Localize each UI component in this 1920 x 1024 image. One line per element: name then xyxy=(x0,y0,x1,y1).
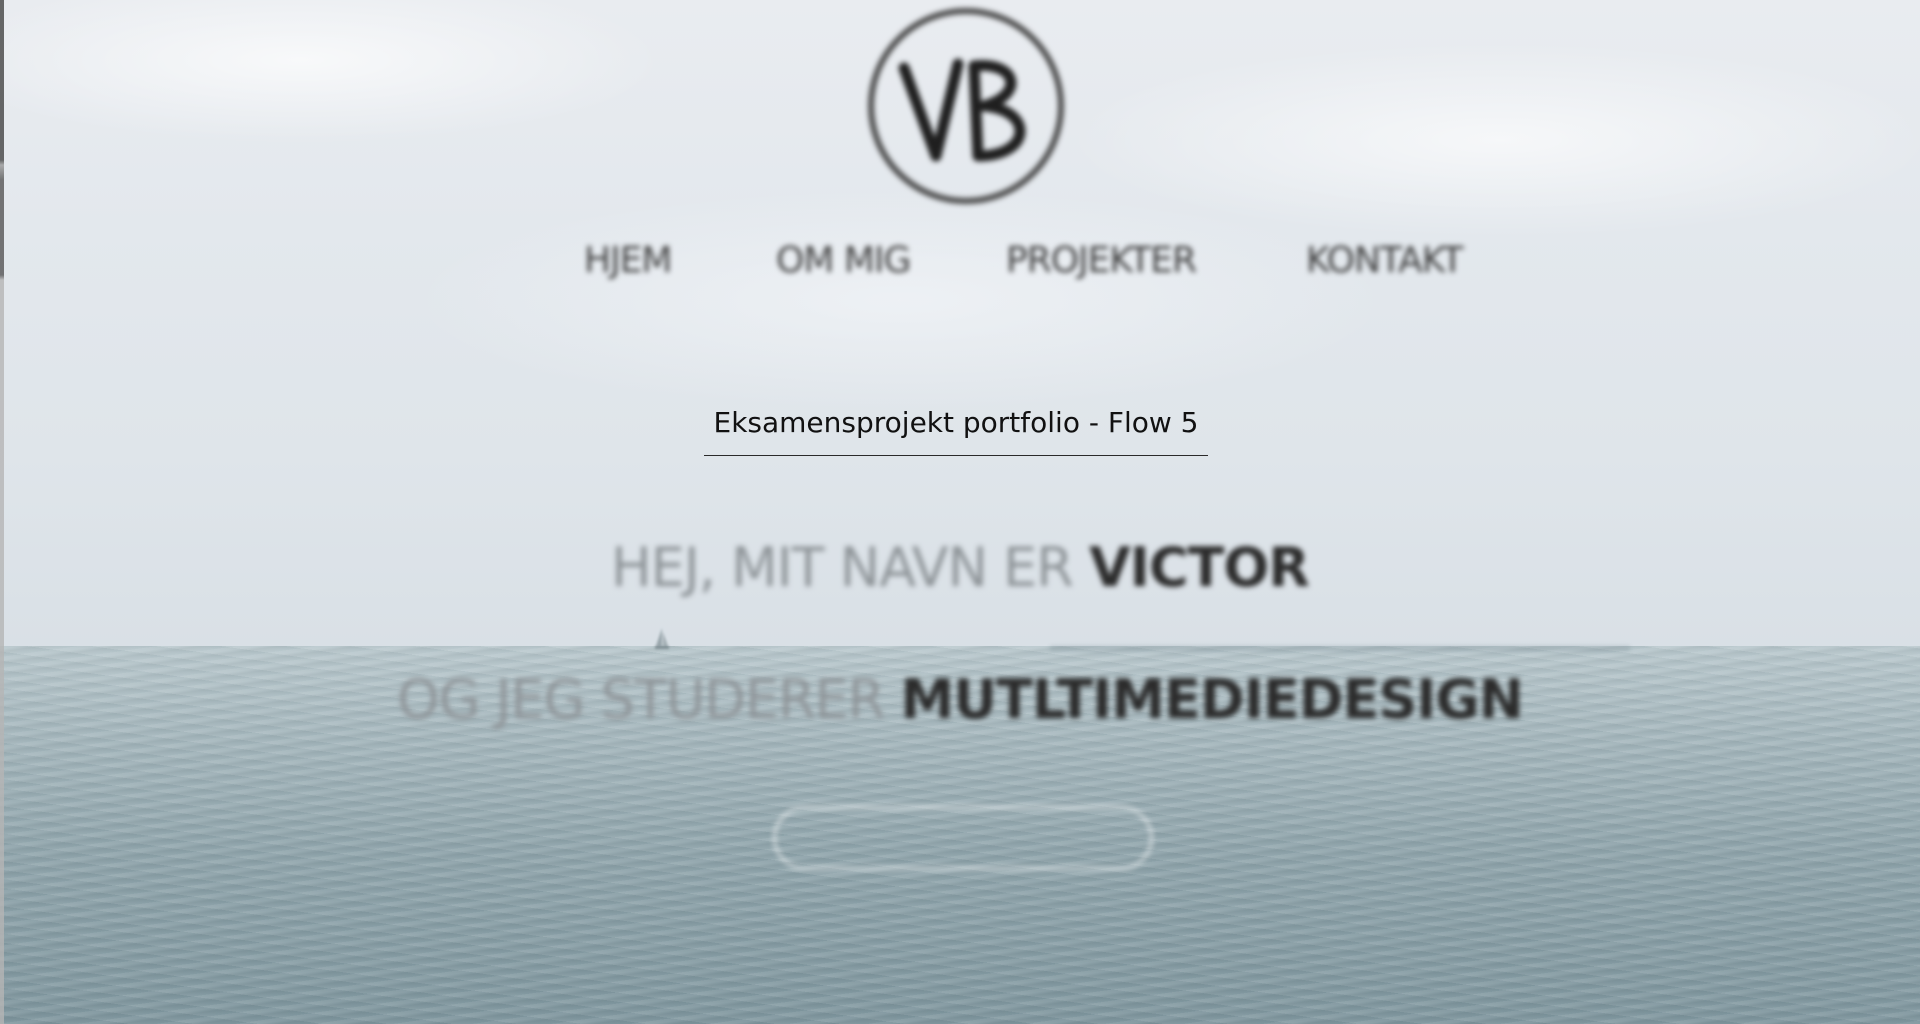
overlay-title: Eksamensprojekt portfolio - Flow 5 xyxy=(704,400,1208,456)
nav-item-hjem[interactable]: HJEM xyxy=(584,240,672,281)
window-edge xyxy=(0,0,4,1024)
sailboat xyxy=(655,628,669,649)
hero-heading-line-2: OG JEG STUDERER MUTLTIMEDIEDESIGN xyxy=(0,668,1920,731)
hero-greeting: HEJ, MIT NAVN ER xyxy=(611,536,1089,599)
nav-item-om-mig[interactable]: OM MIG xyxy=(776,240,911,281)
see-portfolio-button[interactable] xyxy=(773,806,1153,870)
main-nav: HJEM OM MIG PROJEKTER KONTAKT xyxy=(0,240,1920,290)
nav-item-kontakt[interactable]: KONTAKT xyxy=(1306,240,1464,281)
vb-logo-icon[interactable] xyxy=(866,6,1066,206)
hero-name: VICTOR xyxy=(1089,536,1310,599)
nav-item-projekter[interactable]: PROJEKTER xyxy=(1006,240,1197,281)
hero-heading-line-1: HEJ, MIT NAVN ER VICTOR xyxy=(0,536,1920,599)
hero-study-field: MUTLTIMEDIEDESIGN xyxy=(900,668,1523,731)
hero-study-text: OG JEG STUDERER xyxy=(397,668,901,731)
distant-land xyxy=(1050,646,1630,651)
